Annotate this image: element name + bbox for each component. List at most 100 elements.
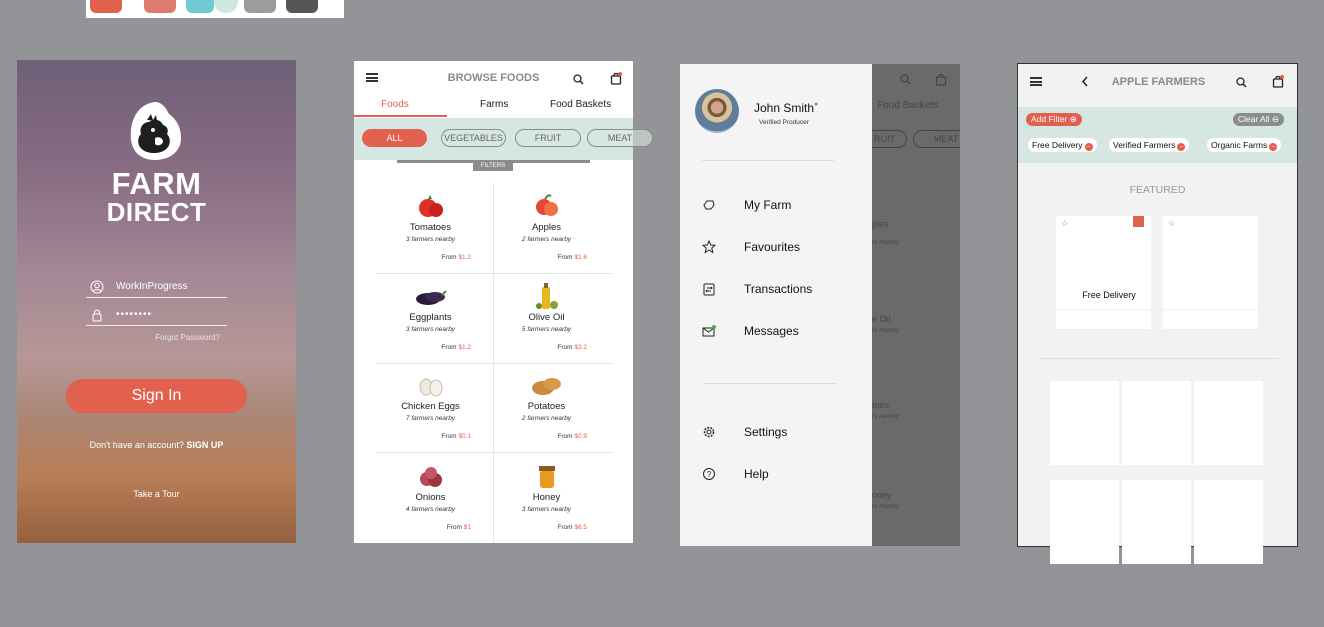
cart-icon[interactable] — [1272, 75, 1284, 88]
featured-farm-card[interactable]: ☆ — [1163, 216, 1258, 330]
farm-tile[interactable] — [1194, 480, 1263, 564]
username-value: WorkInProgress — [116, 281, 188, 292]
farm-tile[interactable] — [1194, 381, 1263, 465]
filter-chip-organic-farms[interactable]: Organic Farms – — [1207, 138, 1282, 152]
farm-tile[interactable] — [1050, 381, 1119, 465]
password-field[interactable]: •••••••• — [86, 306, 227, 326]
signup-row: Don't have an account? SIGN UP — [17, 440, 296, 450]
grid-divider — [376, 273, 612, 274]
food-card-potatoes[interactable]: Potatoes 2 farmers nearby From $0.9 — [488, 370, 605, 440]
take-tour-link[interactable]: Take a Tour — [17, 489, 296, 499]
forgot-password-link[interactable]: Forgot Password? — [155, 333, 220, 342]
color-swatch — [144, 0, 176, 13]
filter-fruit: RUIT — [872, 130, 907, 148]
farm-tile[interactable] — [1050, 480, 1119, 564]
menu-item-label: Help — [744, 467, 769, 481]
sign-up-link[interactable]: SIGN UP — [186, 440, 223, 450]
tab-foods[interactable]: Foods — [381, 99, 409, 110]
remove-chip-icon[interactable]: – — [1177, 143, 1186, 151]
food-price: From $3.2 — [557, 344, 587, 351]
menu-item-help[interactable]: ? Help — [702, 465, 862, 483]
honey-icon — [488, 461, 605, 491]
food-name: ples — [872, 219, 889, 229]
food-price: From $0.1 — [441, 433, 471, 440]
sign-in-button[interactable]: Sign In — [66, 379, 247, 413]
featured-farm-card[interactable]: ☆ Free Delivery — [1056, 216, 1151, 330]
avatar[interactable] — [695, 89, 739, 133]
featured-heading: FEATURED — [1129, 184, 1186, 196]
star-icon — [702, 240, 716, 254]
food-card-olive-oil[interactable]: Olive Oil 5 farmers nearby From $3.2 — [488, 281, 605, 351]
apple-icon — [488, 191, 605, 221]
menu-item-messages[interactable]: Messages — [702, 322, 862, 340]
filter-vegetables[interactable]: VEGETABLES — [441, 129, 506, 147]
search-icon[interactable] — [573, 74, 584, 85]
dimmed-background-content: Food Baskets RUIT MEAT ples rs nearby e … — [872, 64, 960, 546]
lock-icon — [92, 309, 102, 322]
brand-subtitle: DIRECT — [106, 197, 207, 227]
filter-all[interactable]: ALL — [362, 129, 427, 147]
cart-icon[interactable] — [610, 72, 622, 85]
eggplant-icon — [372, 281, 489, 311]
menu-item-label: Favourites — [744, 240, 801, 254]
color-swatch — [90, 0, 122, 13]
food-name: Eggplants — [409, 312, 452, 323]
filter-meat[interactable]: MEAT — [587, 129, 653, 147]
grid-divider — [376, 363, 612, 364]
food-card-apples[interactable]: Apples 2 farmers nearby From $1.6 — [488, 191, 605, 261]
chicken-logo-icon — [130, 102, 181, 160]
filter-chip-verified-farmers[interactable]: Verified Farmers – — [1109, 138, 1190, 152]
food-name: Olive Oil — [528, 312, 565, 323]
farmers-nearby: 3 farmers nearby — [521, 506, 572, 513]
add-filter-button[interactable]: Add Filter ⊕ — [1026, 113, 1082, 126]
food-card-chicken-eggs[interactable]: Chicken Eggs 7 farmers nearby From $0.1 — [372, 370, 489, 440]
farmers-nearby: 2 farmers nearby — [521, 236, 572, 243]
food-card-honey[interactable]: Honey 3 farmers nearby From $6.5 — [488, 461, 605, 531]
search-icon[interactable] — [1236, 77, 1247, 88]
farmers-nearby: rs nearby — [872, 239, 900, 246]
food-price: From $6.5 — [557, 524, 587, 531]
messages-icon — [702, 325, 716, 337]
side-menu-screen: Food Baskets RUIT MEAT ples rs nearby e … — [680, 64, 960, 546]
star-icon[interactable]: ☆ — [1168, 219, 1175, 228]
grid-divider — [376, 452, 612, 453]
food-card-tomatoes[interactable]: Tomatoes 3 farmers nearby From $1.2 — [372, 191, 489, 261]
remove-chip-icon[interactable]: – — [1084, 143, 1093, 151]
cart-icon — [935, 73, 947, 86]
menu-item-transactions[interactable]: Transactions — [702, 280, 862, 298]
search-icon — [900, 74, 911, 85]
food-price: From $1 — [446, 524, 471, 531]
menu-item-favourites[interactable]: Favourites — [702, 238, 862, 256]
farmers-nearby: 2 farmers nearby — [521, 415, 572, 422]
tab-food-baskets[interactable]: Food Baskets — [550, 99, 611, 110]
divider — [1163, 309, 1258, 310]
color-palette — [86, 0, 344, 18]
remove-chip-icon[interactable]: – — [1269, 143, 1278, 151]
farm-tile[interactable] — [1122, 381, 1191, 465]
filters-label[interactable]: FILTERS — [473, 162, 513, 171]
food-price: From $1.6 — [557, 254, 587, 261]
food-price: From $1.2 — [441, 344, 471, 351]
star-icon[interactable]: ☆ — [1061, 219, 1068, 228]
food-card-eggplants[interactable]: Eggplants 3 farmers nearby From $1.2 — [372, 281, 489, 351]
filter-chip-free-delivery[interactable]: Free Delivery – — [1028, 138, 1097, 152]
farm-tile[interactable] — [1122, 480, 1191, 564]
page-title: APPLE FARMERS — [1111, 76, 1206, 88]
color-swatch — [186, 0, 214, 13]
password-value: •••••••• — [116, 309, 153, 320]
username-field[interactable]: WorkInProgress — [86, 278, 227, 298]
brand-title: FARM — [111, 166, 202, 201]
menu-item-settings[interactable]: Settings — [702, 423, 862, 441]
food-name: Chicken Eggs — [401, 401, 460, 412]
food-name: Onions — [415, 492, 446, 503]
farmers-nearby: 7 farmers nearby — [405, 415, 456, 422]
menu-item-my-farm[interactable]: My Farm — [702, 196, 862, 214]
filter-fruit[interactable]: FRUIT — [515, 129, 581, 147]
tomato-icon — [372, 191, 489, 221]
tab-farms[interactable]: Farms — [480, 99, 508, 110]
food-name: oney — [872, 490, 892, 500]
food-name: toes — [872, 400, 890, 410]
clear-all-button[interactable]: Clear All ⊖ — [1232, 113, 1284, 126]
food-card-onions[interactable]: Onions 4 farmers nearby From $1 — [372, 461, 489, 531]
browse-foods-screen: BROWSE FOODS Foods Farms Food Baskets AL… — [354, 61, 653, 543]
